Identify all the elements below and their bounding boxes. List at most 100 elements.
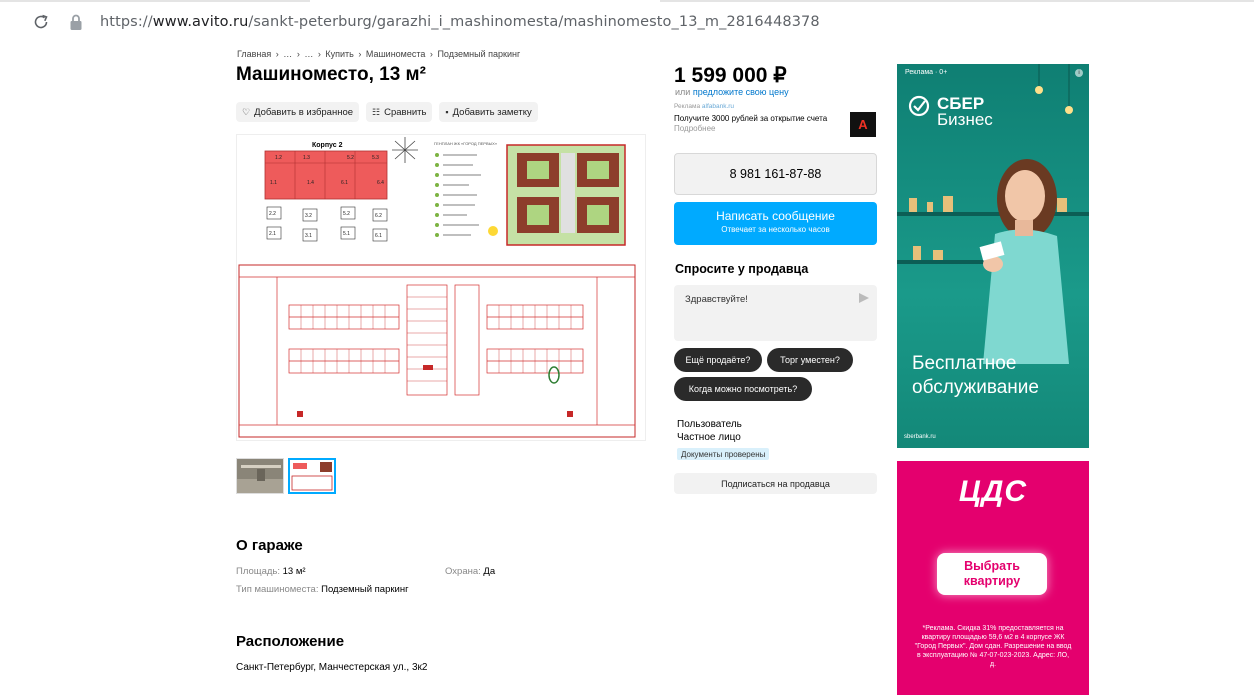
plan-unit-label: 6.4 xyxy=(377,180,384,186)
browser-address-bar: https://www.avito.ru/sankt-peterburg/gar… xyxy=(0,0,1254,44)
promo-ad-marker: Реклама xyxy=(674,103,701,110)
plan-unit-label: 6.2 xyxy=(375,213,382,219)
sber-domain: sberbank.ru xyxy=(904,434,936,440)
promo-text-body: Получите 3000 рублей за открытие счета xyxy=(674,114,828,123)
send-icon[interactable] xyxy=(859,293,869,303)
note-icon: ▪ xyxy=(445,107,449,117)
thumbnail-photo[interactable] xyxy=(236,458,284,494)
plan-unit-label: 5.2 xyxy=(343,211,350,217)
breadcrumb-parking-spaces[interactable]: Машиноместа xyxy=(366,49,426,59)
promo-text[interactable]: Получите 3000 рублей за открытие счета П… xyxy=(674,114,834,134)
breadcrumb-collapsed[interactable]: … xyxy=(283,49,292,59)
compare-icon: ☷ xyxy=(372,106,381,117)
plan-unit-label: 3.1 xyxy=(305,233,312,239)
location-title: Расположение xyxy=(236,633,345,650)
photo-gallery[interactable]: Корпус 2 1.2 1.3 5.2 5.3 1.1 1.4 6.1 6.4… xyxy=(236,134,646,441)
alfabank-logo[interactable]: A xyxy=(850,112,876,137)
plan-unit-label: 2.1 xyxy=(269,231,276,237)
info-icon[interactable]: i xyxy=(1075,69,1083,77)
param-type: Тип машиноместа: Подземный паркинг xyxy=(236,584,409,595)
sber-tagline: Бесплатное обслуживание xyxy=(912,352,1039,400)
breadcrumb-buy[interactable]: Купить xyxy=(325,49,353,59)
param-type-value: Подземный паркинг xyxy=(321,584,409,595)
param-area-label: Площадь: xyxy=(236,566,280,577)
url-path: /sankt-peterburg/garazhi_i_mashinomesta/… xyxy=(248,14,820,30)
thumbnail-garage-photo xyxy=(237,459,283,493)
plan-unit-label: 3.2 xyxy=(305,213,312,219)
add-favorite-label: Добавить в избранное xyxy=(254,106,354,118)
param-security-label: Охрана: xyxy=(445,566,481,577)
breadcrumb-separator: › xyxy=(296,49,300,59)
param-area: Площадь: 13 м² xyxy=(236,566,306,577)
offer-price: или предложите свою цену xyxy=(675,87,789,97)
about-garage-title: О гараже xyxy=(236,537,303,554)
offer-prefix: или xyxy=(675,87,691,97)
quick-question-still-selling[interactable]: Ещё продаёте? xyxy=(674,348,762,372)
subscribe-seller-button[interactable]: Подписаться на продавца xyxy=(674,473,877,494)
plan-building-label: Корпус 2 xyxy=(312,142,343,149)
ask-seller-input[interactable]: Здравствуйте! xyxy=(674,285,877,341)
thumbnail-plan[interactable] xyxy=(288,458,336,494)
reply-time-label: Отвечает за несколько часов xyxy=(721,225,830,234)
breadcrumb-underground[interactable]: Подземный паркинг xyxy=(437,49,520,59)
plan-unit-label: 2.2 xyxy=(269,211,276,217)
breadcrumb: Главная › … › … › Купить › Машиноместа ›… xyxy=(237,49,522,59)
plan-legend-title: ГЕНПЛАН ЖК «ГОРОД ПЕРВЫХ» xyxy=(434,141,498,146)
documents-verified-badge: Документы проверены xyxy=(677,448,770,460)
write-message-button[interactable]: Написать сообщение Отвечает за несколько… xyxy=(674,202,877,245)
url-scheme: https:// xyxy=(100,14,153,30)
lock-icon[interactable] xyxy=(68,13,84,31)
alfabank-logo-letter: A xyxy=(858,117,868,132)
seller-type: Частное лицо xyxy=(677,432,741,443)
ask-seller-text: Здравствуйте! xyxy=(685,294,748,305)
plan-unit-label: 5.3 xyxy=(372,155,379,161)
listing-actions: ♡ Добавить в избранное ☷ Сравнить ▪ Доба… xyxy=(236,102,538,122)
page-title: Машиноместо, 13 м² xyxy=(236,64,426,85)
reload-icon[interactable] xyxy=(31,12,51,32)
ask-seller-title: Спросите у продавца xyxy=(675,262,809,276)
param-security: Охрана: Да xyxy=(445,566,495,577)
cds-logo: ЦДС xyxy=(958,475,1028,508)
promo-domain[interactable]: alfabank.ru xyxy=(702,103,734,110)
tab-strip-edge xyxy=(0,0,1254,3)
param-area-value: 13 м² xyxy=(282,566,306,577)
sber-tagline-line2: обслуживание xyxy=(912,377,1039,398)
ad-label: Реклама · 0+ xyxy=(905,69,948,76)
choose-apartment-button[interactable]: Выбрать квартиру xyxy=(937,553,1047,595)
seller-name[interactable]: Пользователь xyxy=(677,419,742,430)
show-phone-button[interactable]: 8 981 161-87-88 xyxy=(674,153,877,195)
url-field[interactable]: https://www.avito.ru/sankt-peterburg/gar… xyxy=(100,14,820,30)
breadcrumb-home[interactable]: Главная xyxy=(237,49,271,59)
param-type-label: Тип машиноместа: xyxy=(236,584,319,595)
location-address: Санкт-Петербург, Манчестерская ул., 3к2 xyxy=(236,662,428,673)
plan-unit-label: 1.1 xyxy=(270,180,277,186)
thumbnail-plan-image xyxy=(290,460,334,492)
breadcrumb-separator: › xyxy=(275,49,279,59)
write-message-label: Написать сообщение xyxy=(716,209,835,223)
offer-price-link[interactable]: предложите свою цену xyxy=(693,87,789,97)
cds-ad-banner[interactable]: ЦДС Выбрать квартиру *Реклама. Скидка 31… xyxy=(897,461,1089,695)
add-favorite-button[interactable]: ♡ Добавить в избранное xyxy=(236,102,360,122)
quick-question-bargain[interactable]: Торг уместен? xyxy=(767,348,853,372)
breadcrumb-separator: › xyxy=(429,49,433,59)
promo-more-link[interactable]: Подробнее xyxy=(674,124,716,133)
url-host: www.avito.ru xyxy=(152,14,249,30)
add-note-button[interactable]: ▪ Добавить заметку xyxy=(439,102,538,122)
sber-brand-line2: Бизнес xyxy=(937,110,993,129)
choose-apartment-line1: Выбрать xyxy=(964,559,1020,573)
breadcrumb-collapsed[interactable]: … xyxy=(304,49,313,59)
cds-disclaimer: *Реклама. Скидка 31% предоставляется на … xyxy=(914,625,1072,668)
plan-unit-label: 5.1 xyxy=(343,231,350,237)
heart-icon: ♡ xyxy=(242,106,251,117)
parking-plan-image: Корпус 2 1.2 1.3 5.2 5.3 1.1 1.4 6.1 6.4… xyxy=(237,135,645,440)
plan-unit-label: 6.1 xyxy=(341,180,348,186)
compare-button[interactable]: ☷ Сравнить xyxy=(366,102,433,122)
plan-unit-label: 6.1 xyxy=(375,233,382,239)
sber-brand: СБЕР Бизнес xyxy=(937,95,993,129)
plan-unit-label: 1.2 xyxy=(275,155,282,161)
breadcrumb-separator: › xyxy=(358,49,362,59)
price: 1 599 000 ₽ xyxy=(674,64,787,87)
quick-question-viewing[interactable]: Когда можно посмотреть? xyxy=(674,377,812,401)
sber-ad-banner[interactable]: Реклама · 0+ i СБЕР Бизнес Бесплатное об… xyxy=(897,64,1089,448)
choose-apartment-line2: квартиру xyxy=(963,574,1021,588)
